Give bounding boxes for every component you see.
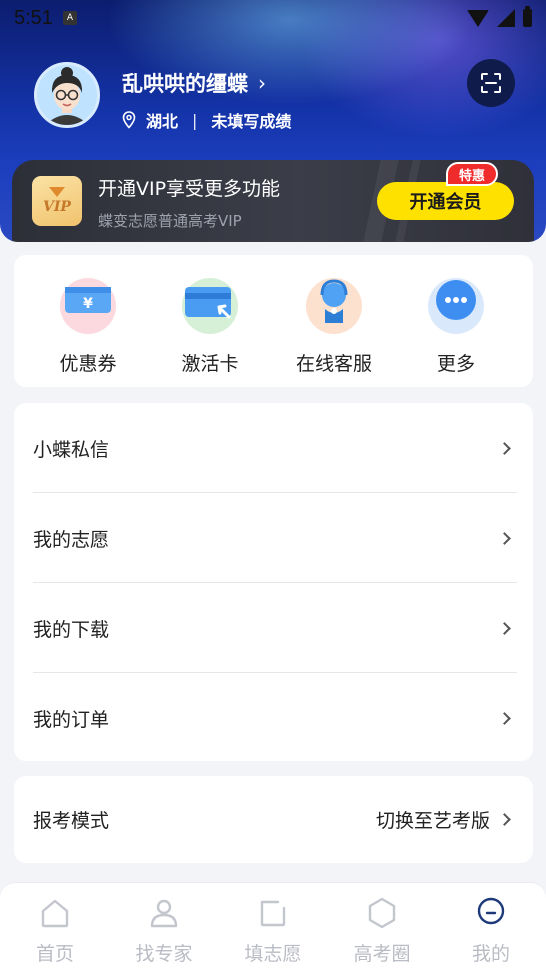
hexagon-icon (364, 895, 400, 931)
menu-item-label: 小蝶私信 (33, 438, 110, 461)
signal-icon (497, 9, 515, 27)
username-link[interactable]: 乱哄哄的缰蝶 › (122, 68, 266, 98)
username: 乱哄哄的缰蝶 (122, 72, 248, 96)
avatar[interactable] (34, 62, 100, 128)
quick-action-activation-card[interactable]: 激活卡 (160, 273, 260, 376)
vip-promo-tag: 特惠 (446, 162, 498, 186)
tab-find-expert[interactable]: 找专家 (109, 895, 219, 966)
app-notification-icon: A (62, 11, 77, 25)
quick-action-label: 优惠券 (59, 353, 117, 375)
menu-item-messages[interactable]: 小蝶私信 (14, 403, 533, 493)
person-icon (146, 895, 182, 931)
scan-icon (481, 73, 501, 93)
bottom-tab-bar: 首页 找专家 填志愿 高考圈 我的 (0, 882, 546, 972)
exam-mode-card: 报考模式 切换至艺考版 (14, 776, 533, 863)
svg-text:¥: ¥ (83, 296, 93, 312)
menu-card: 小蝶私信 我的志愿 我的下载 我的订单 (14, 403, 533, 761)
quick-actions-card: ¥ 优惠券 激活卡 在线客服 更多 (14, 255, 533, 387)
service-icon (303, 273, 365, 335)
exam-mode-switch[interactable]: 切换至艺考版 (376, 806, 490, 833)
quick-action-label: 在线客服 (295, 353, 372, 375)
battery-icon (523, 6, 532, 27)
home-icon (37, 895, 73, 931)
form-icon (255, 895, 291, 931)
location-text[interactable]: 湖北 (146, 108, 178, 132)
exam-mode-row[interactable]: 报考模式 切换至艺考版 (14, 776, 533, 863)
menu-item-my-orders[interactable]: 我的订单 (14, 673, 533, 763)
vip-badge-icon: VIP (32, 176, 82, 226)
chevron-right-icon (498, 711, 511, 725)
status-time: 5:51 (14, 6, 53, 29)
quick-action-more[interactable]: 更多 (406, 273, 506, 376)
card-icon (179, 273, 241, 335)
chevron-right-icon (498, 531, 511, 545)
vip-title: 开通VIP享受更多功能 (98, 178, 281, 200)
more-icon (425, 273, 487, 335)
tab-gaokao-circle[interactable]: 高考圈 (327, 895, 437, 966)
quick-action-label: 激活卡 (181, 353, 239, 375)
tab-home[interactable]: 首页 (0, 895, 110, 966)
quick-action-label: 更多 (436, 353, 475, 375)
chevron-right-icon (498, 441, 511, 455)
menu-item-label: 我的志愿 (33, 528, 110, 551)
profile-meta: 湖北 | 未填写成绩 (122, 108, 291, 132)
quick-action-online-service[interactable]: 在线客服 (284, 273, 384, 376)
vip-subtitle: 蝶变志愿普通高考VIP (98, 212, 242, 230)
scan-button[interactable] (467, 59, 515, 107)
chevron-right-icon: › (258, 71, 266, 95)
quick-action-coupon[interactable]: ¥ 优惠券 (38, 273, 138, 376)
chevron-right-icon (498, 813, 511, 826)
status-bar: 5:51 A (0, 0, 546, 36)
profile-header: 5:51 A 乱哄哄的缰蝶 › 湖北 | 未填写成绩 VIP 开通VIP享受更多… (0, 0, 546, 242)
coupon-icon: ¥ (57, 273, 119, 335)
menu-item-my-downloads[interactable]: 我的下载 (14, 583, 533, 673)
meta-divider: | (192, 110, 198, 130)
chevron-right-icon (498, 621, 511, 635)
wifi-icon (467, 9, 489, 27)
open-vip-button[interactable]: 开通会员 (377, 182, 514, 220)
profile-icon (473, 895, 509, 931)
location-pin-icon (122, 111, 136, 129)
tab-fill-application[interactable]: 填志愿 (218, 895, 328, 966)
menu-item-label: 我的下载 (33, 618, 110, 641)
tab-profile[interactable]: 我的 (436, 895, 546, 966)
score-status[interactable]: 未填写成绩 (211, 108, 291, 132)
exam-mode-label: 报考模式 (33, 810, 110, 832)
menu-item-my-applications[interactable]: 我的志愿 (14, 493, 533, 583)
menu-item-label: 我的订单 (33, 708, 110, 731)
